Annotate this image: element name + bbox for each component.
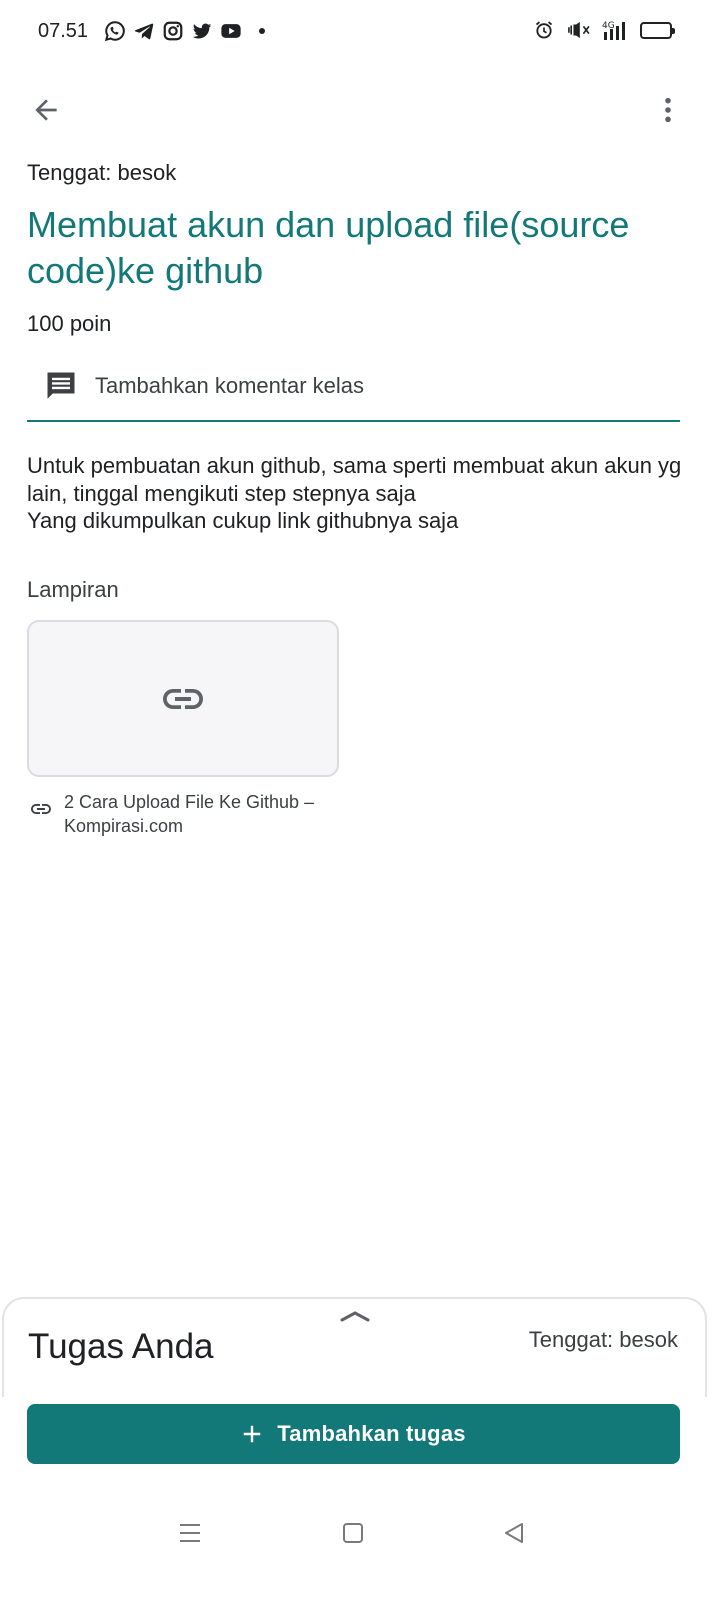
status-bar: 07.51 4G [0,0,720,64]
status-time: 07.51 [38,20,89,42]
your-work-title: Tugas Anda [28,1327,214,1366]
your-work-sheet[interactable]: Tugas Anda Tenggat: besok [2,1297,707,1397]
link-icon [30,804,51,814]
triangle-back-icon [505,1523,523,1543]
back-nav-button[interactable] [500,1520,528,1546]
attachment-link[interactable]: 2 Cara Upload File Ke Github – Kompirasi… [27,790,339,838]
system-nav-bar [0,1500,720,1564]
due-date: Tenggat: besok [27,160,177,185]
sheet-expand-handle-icon[interactable] [339,1309,371,1323]
attachments-heading: Lampiran [27,577,119,602]
assignment-title: Membuat akun dan upload file(source code… [27,204,630,291]
system-icons: 4G [534,20,675,40]
assignment-description: Untuk pembuatan akun github, sama sperti… [27,453,682,533]
home-square-icon [343,1523,363,1543]
alarm-icon [534,20,554,40]
whatsapp-icon [104,20,126,42]
instagram-icon [162,20,184,42]
add-class-comment-button[interactable]: Tambahkan komentar kelas [27,352,680,422]
plus-icon [244,1425,261,1443]
battery-icon [640,21,675,39]
more-vert-icon [665,97,671,123]
more-notifications-dot [259,28,265,34]
attachment-title: 2 Cara Upload File Ke Github – Kompirasi… [63,792,315,836]
notification-icons [104,20,265,42]
arrow-back-icon [35,99,57,121]
your-work-due: Tenggat: besok [528,1327,678,1352]
back-button[interactable] [26,90,66,130]
telegram-icon [133,20,155,42]
assignment-points: 100 poin [27,311,112,336]
mute-icon [566,20,590,40]
menu-icon [180,1524,200,1542]
add-work-label: Tambahkan tugas [277,1421,466,1446]
signal-4g-icon: 4G [602,20,628,40]
add-class-comment-label: Tambahkan komentar kelas [95,373,365,398]
link-icon [163,688,203,709]
attachment-card[interactable] [27,620,339,777]
more-options-button[interactable] [648,90,688,130]
youtube-icon [220,20,242,42]
twitter-icon [191,20,213,42]
comment-icon [41,366,81,406]
home-button[interactable] [339,1520,367,1546]
add-work-button[interactable]: Tambahkan tugas [27,1404,680,1464]
recent-apps-button[interactable] [176,1520,204,1546]
